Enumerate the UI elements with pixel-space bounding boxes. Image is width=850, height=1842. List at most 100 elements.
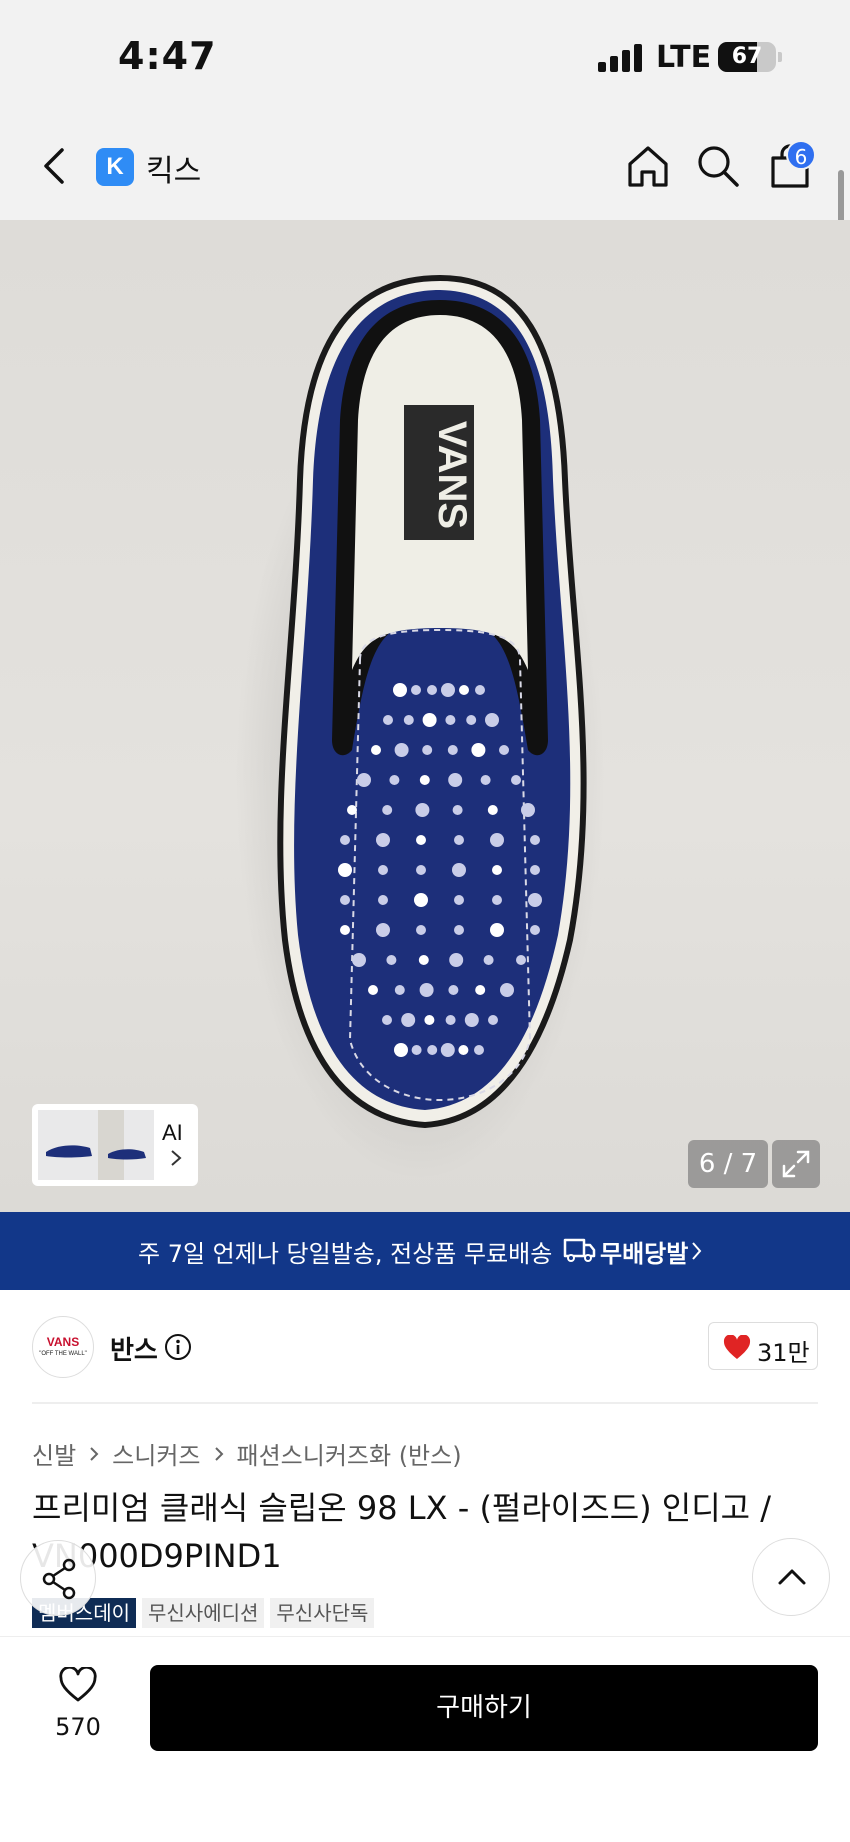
app-badge: K — [96, 148, 134, 186]
shoe-stud — [492, 895, 502, 905]
product-title: 프리미엄 클래식 슬립온 98 LX - (펄라이즈드) 인디고 / VN000… — [32, 1489, 772, 1575]
shoe-stud — [340, 925, 350, 935]
shoe-stud — [485, 713, 499, 727]
shoe-stud — [490, 923, 504, 937]
shoe-stud — [411, 685, 421, 695]
app-name[interactable]: 킥스 — [146, 146, 201, 190]
chevron-right-icon — [692, 1242, 702, 1260]
shoe-stud — [454, 835, 464, 845]
bottom-action-bar: 570 구매하기 — [0, 1636, 850, 1842]
share-button[interactable] — [20, 1540, 96, 1616]
shoe-stud — [394, 743, 409, 757]
chevron-right-icon — [171, 1150, 182, 1166]
shoe-stud — [416, 865, 426, 875]
shoe-stud — [454, 895, 464, 905]
shoe-stud — [483, 955, 494, 965]
search-button[interactable] — [694, 142, 742, 190]
shoe-stud — [338, 863, 352, 877]
shoe-stud — [411, 1045, 422, 1055]
shoe-stud — [530, 835, 540, 845]
image-page-counter: 6 / 7 — [688, 1140, 768, 1188]
battery-icon: 67 — [718, 42, 776, 72]
shoe-stud — [466, 715, 477, 725]
shoe-stud — [454, 925, 464, 935]
shoe-stud — [459, 685, 469, 695]
shoe-stud — [419, 983, 434, 997]
shoe-stud — [383, 715, 393, 725]
divider — [32, 1402, 818, 1404]
shoe-stud — [445, 715, 456, 725]
ai-thumbnail-image — [38, 1110, 154, 1180]
shoe-stud — [528, 893, 542, 907]
battery-level: 67 — [731, 44, 763, 69]
shoe-stud — [521, 803, 535, 817]
shoe-stud — [376, 923, 390, 937]
breadcrumb: 신발 스니커즈 패션스니커즈화 (반스) — [32, 1436, 462, 1471]
shoe-stud — [371, 745, 381, 755]
shoe-stud — [422, 745, 433, 755]
back-button[interactable] — [36, 142, 76, 190]
shoe-stud — [471, 743, 486, 757]
shoe-stud — [475, 685, 485, 695]
network-type: LTE — [656, 40, 712, 75]
shoe-stud — [347, 805, 357, 815]
info-icon[interactable] — [164, 1333, 192, 1361]
shoe-stud — [416, 835, 426, 845]
shoe-stud — [368, 985, 378, 995]
home-icon — [628, 146, 668, 187]
shoe-stud — [352, 953, 366, 967]
scroll-to-top-button[interactable] — [752, 1538, 830, 1616]
shoe-stud — [376, 833, 390, 847]
wishlist-count: 570 — [55, 1713, 101, 1741]
chevron-left-icon — [44, 148, 64, 184]
signal-icon — [598, 44, 642, 72]
share-icon — [42, 1558, 76, 1600]
breadcrumb-item[interactable]: 패션스니커즈화 (반스) — [237, 1436, 462, 1471]
shoe-stud — [464, 1013, 479, 1027]
product-image-gallery[interactable]: VANS AI 6 / 7 — [0, 220, 850, 1212]
cart-count-badge: 6 — [786, 140, 816, 170]
brand-logo[interactable]: VANS "OFF THE WALL" — [32, 1316, 94, 1378]
shoe-stud — [340, 835, 350, 845]
app-bar: K 킥스 6 — [0, 112, 850, 220]
heart-outline-icon[interactable] — [58, 1667, 98, 1703]
brand-name[interactable]: 반스 — [110, 1330, 158, 1367]
brand-like-count: 31만 — [757, 1339, 810, 1367]
shoe-stud — [458, 1045, 469, 1055]
heart-filled-icon — [723, 1335, 751, 1359]
shoe-stud — [394, 1043, 408, 1057]
shoe-stud — [378, 895, 388, 905]
shoe-stud — [427, 685, 437, 695]
shoe-stud — [393, 683, 407, 697]
delivery-truck-icon — [563, 1238, 596, 1262]
shoe-stud — [386, 955, 397, 965]
shoe-stud — [530, 925, 540, 935]
breadcrumb-item[interactable]: 스니커즈 — [112, 1436, 200, 1471]
promo-banner[interactable]: 주 7일 언제나 당일발송, 전상품 무료배송 무배당발 — [0, 1212, 850, 1290]
shoe-stud — [382, 1015, 392, 1025]
promo-logo-text: 무배당발 — [600, 1240, 689, 1268]
shoe-stud — [440, 1043, 455, 1057]
product-tag: 무신사단독 — [270, 1598, 375, 1628]
shoe-stud — [488, 1015, 498, 1025]
buy-button[interactable]: 구매하기 — [150, 1665, 818, 1751]
product-shoe-image: VANS — [235, 274, 605, 1180]
chevron-right-icon — [214, 1446, 223, 1461]
shoe-stud — [449, 953, 464, 967]
shoe-stud — [441, 683, 455, 697]
product-tag: 무신사에디션 — [142, 1598, 265, 1628]
shoe-stud — [511, 775, 521, 785]
shoe-stud — [427, 1045, 438, 1055]
expand-button[interactable] — [772, 1140, 820, 1188]
shoe-stud — [474, 1045, 484, 1055]
brand-like-button[interactable]: 31만 — [708, 1322, 818, 1370]
shoe-stud — [530, 865, 540, 875]
shoe-stud — [445, 1015, 456, 1025]
shoe-stud — [452, 805, 463, 815]
shoe-stud — [475, 985, 486, 995]
ai-fitting-thumbnail[interactable]: AI — [32, 1104, 198, 1186]
breadcrumb-item[interactable]: 신발 — [32, 1436, 76, 1471]
brand-logo-text: VANS — [46, 1335, 80, 1349]
home-button[interactable] — [624, 142, 672, 190]
svg-text:VANS: VANS — [430, 421, 474, 529]
